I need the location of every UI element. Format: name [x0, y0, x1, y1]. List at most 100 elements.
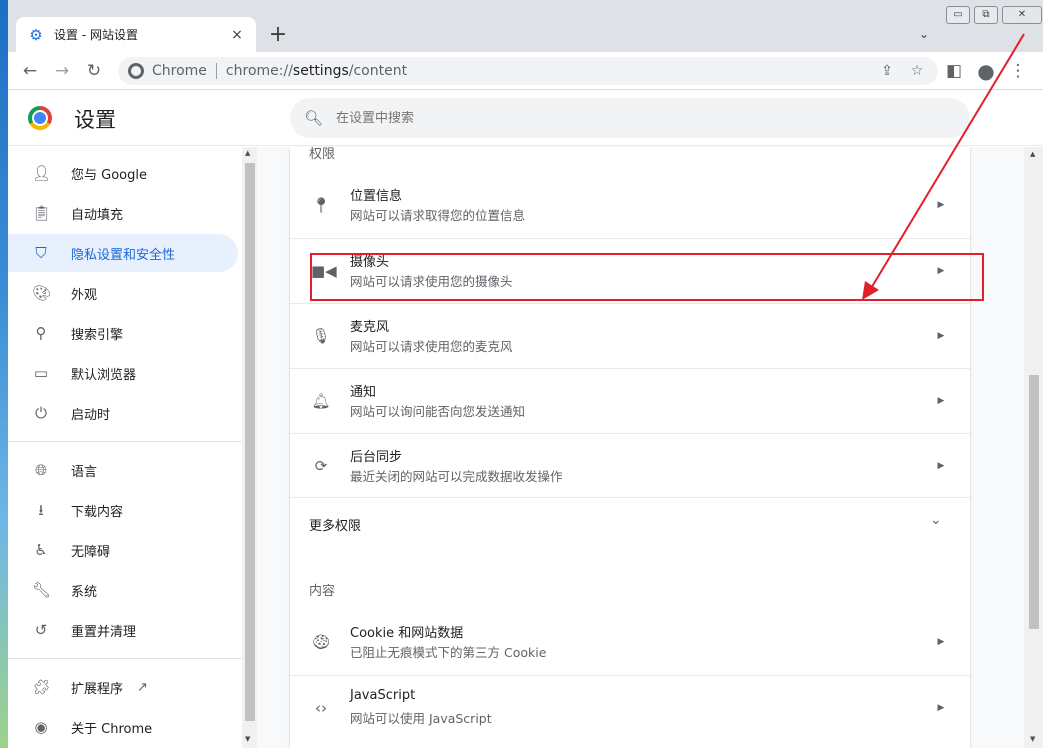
chevron-down-icon: ⌄: [930, 512, 942, 528]
site-chip-label: Chrome: [152, 63, 207, 79]
shield-icon: ⛉: [35, 244, 47, 262]
chrome-site-icon: [128, 63, 144, 79]
bookmark-star-icon[interactable]: ☆: [906, 60, 928, 82]
content-row-javascript[interactable]: ‹› JavaScript 网站可以使用 JavaScript ▶: [290, 675, 970, 740]
arrow-right-icon: ▶: [937, 637, 945, 647]
location-pin-icon: 📍︎: [311, 196, 331, 214]
sidebar-item-languages[interactable]: 🌐︎ 语言: [8, 451, 238, 489]
search-icon: 🔍︎: [304, 109, 324, 127]
settings-search[interactable]: 🔍︎: [290, 98, 970, 138]
tab-settings[interactable]: ⚙ 设置 - 网站设置 ×: [16, 17, 256, 52]
power-icon: ⏻: [35, 404, 47, 422]
sidebar-item-search-engine[interactable]: ⚲ 搜索引擎: [8, 314, 238, 352]
settings-main: 权限 📍︎ 位置信息 网站可以请求取得您的位置信息 ▶ ■◀ 摄像头 网站可以请…: [257, 147, 1027, 748]
sidebar-item-autofill[interactable]: 📋︎ 自动填充: [8, 194, 238, 232]
main-scrollbar[interactable]: ▲ ▼: [1024, 147, 1043, 748]
sidebar-item-privacy[interactable]: ⛉ 隐私设置和安全性: [8, 234, 238, 272]
new-tab-button[interactable]: +: [265, 22, 291, 48]
content-heading: 内容: [309, 584, 336, 599]
arrow-right-icon: ▶: [937, 461, 945, 471]
forward-icon[interactable]: →: [50, 59, 74, 83]
sidebar-item-system[interactable]: 🔧︎ 系统: [8, 571, 238, 609]
sidebar-item-extensions[interactable]: 🧩︎ 扩展程序 ↗: [8, 668, 238, 706]
menu-kebab-icon[interactable]: ⋮: [1006, 59, 1030, 83]
tab-search-icon[interactable]: ⌄: [914, 24, 934, 44]
settings-sidebar: 👤︎ 您与 Google 📋︎ 自动填充 ⛉ 隐私设置和安全性 🎨︎ 外观 ⚲ …: [8, 147, 242, 748]
sidebar-item-about-chrome[interactable]: ◉ 关于 Chrome: [8, 708, 238, 746]
globe-icon: 🌐︎: [34, 461, 47, 479]
sync-icon: ⟳: [314, 457, 328, 475]
sidebar-item-you-and-google[interactable]: 👤︎ 您与 Google: [8, 154, 238, 192]
arrow-right-icon: ▶: [937, 331, 945, 341]
permission-row-camera[interactable]: ■◀ 摄像头 网站可以请求使用您的摄像头 ▶: [290, 238, 970, 303]
site-settings-card: 权限 📍︎ 位置信息 网站可以请求取得您的位置信息 ▶ ■◀ 摄像头 网站可以请…: [290, 147, 970, 748]
sidebar-divider: [8, 658, 242, 659]
permission-row-microphone[interactable]: 🎙︎ 麦克风 网站可以请求使用您的麦克风 ▶: [290, 303, 970, 368]
chrome-icon: ◉: [34, 718, 48, 736]
back-icon[interactable]: ←: [18, 59, 42, 83]
accessibility-icon: ♿︎: [34, 541, 48, 559]
arrow-right-icon: ▶: [937, 266, 945, 276]
code-icon: ‹›: [315, 699, 327, 717]
scroll-up-arrow-icon[interactable]: ▲: [1030, 150, 1035, 158]
main-scroll-thumb[interactable]: [1029, 375, 1039, 629]
share-icon[interactable]: ⇪: [876, 60, 898, 82]
bell-icon: 🔔︎: [311, 392, 331, 410]
camera-icon: ■◀: [311, 262, 337, 280]
more-permissions-toggle[interactable]: 更多权限 ⌄: [290, 497, 970, 549]
scroll-up-arrow-icon[interactable]: ▲: [245, 149, 250, 157]
microphone-icon: 🎙︎: [311, 327, 331, 345]
sidebar-item-reset[interactable]: ↺ 重置并清理: [8, 611, 238, 649]
palette-icon: 🎨︎: [32, 284, 52, 302]
gear-icon: ⚙: [29, 25, 43, 44]
browser-icon: ▭: [33, 364, 49, 382]
side-panel-icon[interactable]: ◧: [942, 59, 966, 83]
settings-search-input[interactable]: [336, 110, 736, 126]
person-icon: 👤︎: [32, 164, 52, 182]
open-external-icon: ↗: [137, 679, 148, 695]
desktop-background: [0, 0, 8, 748]
sidebar-item-on-startup[interactable]: ⏻ 启动时: [8, 394, 238, 432]
url-text[interactable]: chrome://settings/content: [226, 63, 868, 79]
wrench-icon: 🔧︎: [32, 581, 52, 599]
sidebar-scroll-thumb[interactable]: [245, 163, 255, 721]
address-bar[interactable]: Chrome chrome://settings/content ⇪ ☆: [118, 57, 938, 85]
sidebar-divider: [8, 441, 242, 442]
permissions-heading: 权限: [309, 147, 336, 162]
scroll-down-arrow-icon[interactable]: ▼: [245, 735, 250, 743]
sidebar-item-appearance[interactable]: 🎨︎ 外观: [8, 274, 238, 312]
browser-window: ⚙ 设置 - 网站设置 × + ⌄ ▭ ⧉ ✕ ← → ↻ Chrome chr…: [8, 0, 1043, 748]
window-controls: ▭ ⧉ ✕: [946, 6, 1042, 24]
sidebar-item-accessibility[interactable]: ♿︎ 无障碍: [8, 531, 238, 569]
window-close-button[interactable]: ✕: [1002, 6, 1042, 24]
download-icon: ⭳: [38, 501, 44, 519]
omnibox-separator: [215, 63, 217, 79]
arrow-right-icon: ▶: [937, 396, 945, 406]
restore-icon: ↺: [34, 621, 48, 639]
cookie-icon: 🍪︎: [311, 633, 331, 651]
scroll-down-arrow-icon[interactable]: ▼: [1030, 735, 1035, 743]
permission-row-background-sync[interactable]: ⟳ 后台同步 最近关闭的网站可以完成数据收发操作 ▶: [290, 433, 970, 498]
chrome-logo-icon: [28, 106, 52, 130]
settings-header: 设置 🔍︎: [8, 90, 1043, 146]
reload-icon[interactable]: ↻: [82, 59, 106, 83]
sidebar-item-downloads[interactable]: ⭳ 下载内容: [8, 491, 238, 529]
sidebar-scrollbar[interactable]: ▲ ▼: [242, 147, 257, 748]
permission-row-location[interactable]: 📍︎ 位置信息 网站可以请求取得您的位置信息 ▶: [290, 173, 970, 238]
page-title: 设置: [74, 108, 116, 132]
sidebar-item-default-browser[interactable]: ▭ 默认浏览器: [8, 354, 238, 392]
clipboard-icon: 📋︎: [32, 204, 52, 222]
arrow-right-icon: ▶: [937, 703, 945, 713]
tab-strip: ⚙ 设置 - 网站设置 × + ⌄ ▭ ⧉ ✕: [8, 0, 1043, 52]
profile-avatar-icon[interactable]: ●: [974, 59, 998, 83]
close-tab-icon[interactable]: ×: [228, 26, 246, 44]
tab-title: 设置 - 网站设置: [54, 28, 138, 42]
browser-toolbar: ← → ↻ Chrome chrome://settings/content ⇪…: [8, 52, 1043, 90]
search-icon: ⚲: [35, 324, 47, 342]
arrow-right-icon: ▶: [937, 200, 945, 210]
puzzle-icon: 🧩︎: [32, 678, 52, 696]
content-row-cookies[interactable]: 🍪︎ Cookie 和网站数据 已阻止无痕模式下的第三方 Cookie ▶: [290, 610, 970, 675]
permission-row-notifications[interactable]: 🔔︎ 通知 网站可以询问能否向您发送通知 ▶: [290, 368, 970, 433]
restore-button[interactable]: ⧉: [974, 6, 998, 24]
minimize-button[interactable]: ▭: [946, 6, 970, 24]
